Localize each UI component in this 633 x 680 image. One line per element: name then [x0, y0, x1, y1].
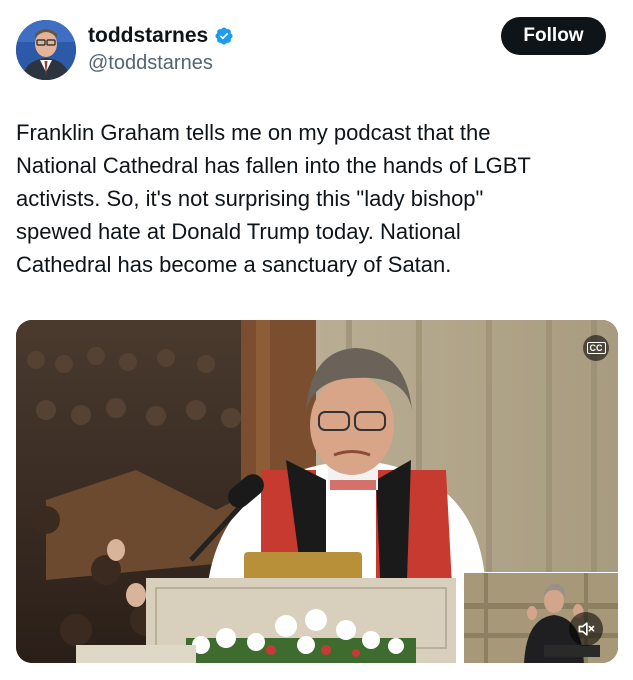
verified-badge-icon	[215, 27, 233, 45]
mute-button[interactable]	[569, 612, 603, 646]
captions-button[interactable]: CC	[583, 335, 609, 361]
speaker-muted-icon	[578, 622, 595, 636]
video-player[interactable]: CC	[16, 320, 618, 663]
name-row: toddstarnes	[88, 24, 234, 48]
closed-captions-icon: CC	[586, 342, 606, 354]
tweet-header: toddstarnes @toddstarnes Follow	[0, 0, 633, 100]
avatar[interactable]	[16, 20, 76, 80]
avatar-image	[16, 20, 76, 80]
user-handle[interactable]: @toddstarnes	[88, 52, 213, 75]
follow-button[interactable]: Follow	[501, 17, 606, 55]
display-name[interactable]: toddstarnes	[88, 24, 208, 48]
tweet-text: Franklin Graham tells me on my podcast t…	[16, 120, 531, 277]
